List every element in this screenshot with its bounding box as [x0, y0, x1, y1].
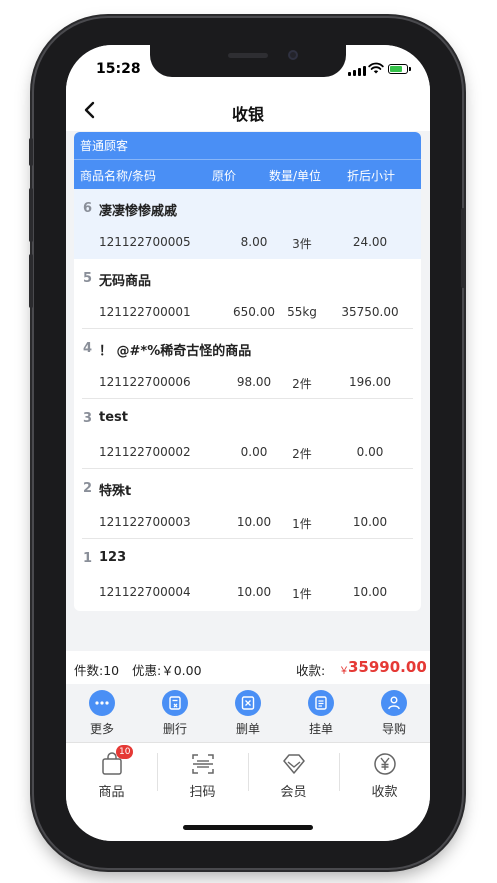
col-qty-unit: 数量/单位 — [269, 169, 322, 183]
more-button[interactable]: 更多 — [72, 690, 132, 737]
camera-notch — [150, 45, 346, 77]
cellular-signal-icon — [348, 66, 366, 76]
member-diamond-icon — [283, 754, 305, 774]
item-name: test — [99, 410, 128, 425]
tab-checkout[interactable]: 收款 — [339, 743, 430, 803]
order-item-row[interactable]: 4 ！ @#*%稀奇古怪的商品 121122700006 98.00 2件 19… — [74, 329, 421, 399]
customer-selector[interactable]: 普通顾客 — [74, 132, 421, 160]
item-subtotal: 196.00 — [349, 375, 391, 389]
hold-order-icon — [308, 690, 334, 716]
item-code: 121122700005 — [99, 235, 191, 249]
tab-member[interactable]: 会员 — [248, 743, 339, 803]
yuan-coin-icon — [374, 753, 396, 775]
volume-down-button — [29, 254, 33, 308]
item-code: 121122700003 — [99, 515, 191, 529]
tab-products[interactable]: 10 商品 — [66, 743, 157, 803]
col-price: 原价 — [212, 169, 237, 183]
order-item-row[interactable]: 2 特殊t 121122700003 10.00 1件 10.00 — [74, 469, 421, 539]
item-code: 121122700004 — [99, 585, 191, 599]
tab-products-label: 商品 — [98, 785, 125, 800]
battery-icon — [388, 64, 411, 74]
pay-label: 收款: — [296, 663, 326, 678]
tab-checkout-label: 收款 — [371, 785, 398, 800]
item-code: 121122700006 — [99, 375, 191, 389]
nav-bar: 收银 — [66, 89, 430, 131]
item-qty: 55kg — [287, 305, 317, 319]
column-headers: 商品名称/条码 原价 数量/单位 折后小计 — [74, 160, 421, 189]
order-item-row[interactable]: 1 123 121122700004 10.00 1件 10.00 — [74, 539, 421, 609]
item-name: 无码商品 — [99, 274, 152, 289]
action-bar: 更多 删行 删单 挂单 导购 — [66, 684, 430, 742]
app-screen: 15:28 收银 普通顾客 商品名称/条码 原价 数量/单位 折后小计 6 凄凄… — [66, 45, 430, 841]
shopping-guide-label: 导购 — [381, 722, 406, 736]
order-header: 普通顾客 商品名称/条码 原价 数量/单位 折后小计 — [74, 132, 421, 189]
tab-scan-label: 扫码 — [189, 785, 216, 800]
item-index: 2 — [83, 481, 93, 496]
item-index: 4 — [83, 341, 93, 356]
home-indicator[interactable] — [183, 825, 313, 830]
order-list-card: 普通顾客 商品名称/条码 原价 数量/单位 折后小计 6 凄凄惨惨戚戚 1211… — [74, 132, 421, 611]
delete-row-label: 删行 — [162, 722, 187, 736]
item-index: 1 — [83, 551, 93, 566]
tab-member-label: 会员 — [280, 785, 307, 800]
item-qty: 2件 — [292, 377, 312, 391]
order-summary: 件数:10 优惠:￥0.00 收款: ￥ 35990.00 — [66, 651, 430, 684]
hold-order-label: 挂单 — [308, 722, 333, 736]
item-subtotal: 35750.00 — [341, 305, 399, 319]
item-subtotal: 0.00 — [356, 445, 384, 459]
item-name: ！ @#*%稀奇古怪的商品 — [99, 344, 252, 359]
item-qty: 1件 — [292, 587, 312, 601]
delete-order-label: 删单 — [235, 722, 260, 736]
item-code: 121122700002 — [99, 445, 191, 459]
power-button — [461, 208, 465, 288]
item-name: 凄凄惨惨戚戚 — [99, 204, 178, 219]
more-icon — [89, 690, 115, 716]
page-title: 收银 — [231, 105, 264, 124]
item-qty: 1件 — [292, 517, 312, 531]
status-time: 15:28 — [96, 61, 141, 77]
item-index: 5 — [83, 271, 93, 286]
item-subtotal: 10.00 — [352, 585, 388, 599]
order-item-row[interactable]: 5 无码商品 121122700001 650.00 55kg 35750.00 — [74, 259, 421, 329]
delete-row-icon — [162, 690, 188, 716]
tab-scan[interactable]: 扫码 — [157, 743, 248, 803]
wifi-icon — [368, 62, 384, 74]
hold-order-button[interactable]: 挂单 — [291, 690, 351, 737]
order-item-row[interactable]: 6 凄凄惨惨戚戚 121122700005 8.00 3件 24.00 — [74, 189, 421, 259]
cart-count-badge: 10 — [116, 745, 134, 759]
item-subtotal: 10.00 — [352, 515, 388, 529]
delete-order-icon — [235, 690, 261, 716]
item-code: 121122700001 — [99, 305, 191, 319]
volume-up-button — [29, 188, 33, 242]
delete-order-button[interactable]: 删单 — [218, 690, 278, 737]
item-qty: 3件 — [292, 237, 312, 251]
delete-row-button[interactable]: 删行 — [145, 690, 205, 737]
shopping-guide-button[interactable]: 导购 — [364, 690, 424, 737]
scan-icon — [192, 754, 214, 774]
item-index: 6 — [83, 201, 93, 216]
item-name: 特殊t — [99, 484, 132, 499]
item-index: 3 — [83, 411, 93, 426]
shopping-guide-icon — [381, 690, 407, 716]
item-count: 件数:10 — [74, 663, 120, 678]
order-item-row[interactable]: 3 test 121122700002 0.00 2件 0.00 — [74, 399, 421, 469]
item-qty: 2件 — [292, 447, 312, 461]
total-amount: 35990.00 — [348, 658, 427, 676]
bottom-tab-bar: 10 商品 扫码 会员 收款 — [66, 742, 430, 841]
col-subtotal: 折后小计 — [347, 169, 396, 183]
item-subtotal: 24.00 — [352, 235, 388, 249]
col-name-code: 商品名称/条码 — [80, 169, 157, 183]
discount-amount: 优惠:￥0.00 — [132, 663, 202, 678]
mute-switch — [29, 138, 33, 166]
more-label: 更多 — [89, 722, 114, 736]
item-name: 123 — [99, 550, 127, 565]
